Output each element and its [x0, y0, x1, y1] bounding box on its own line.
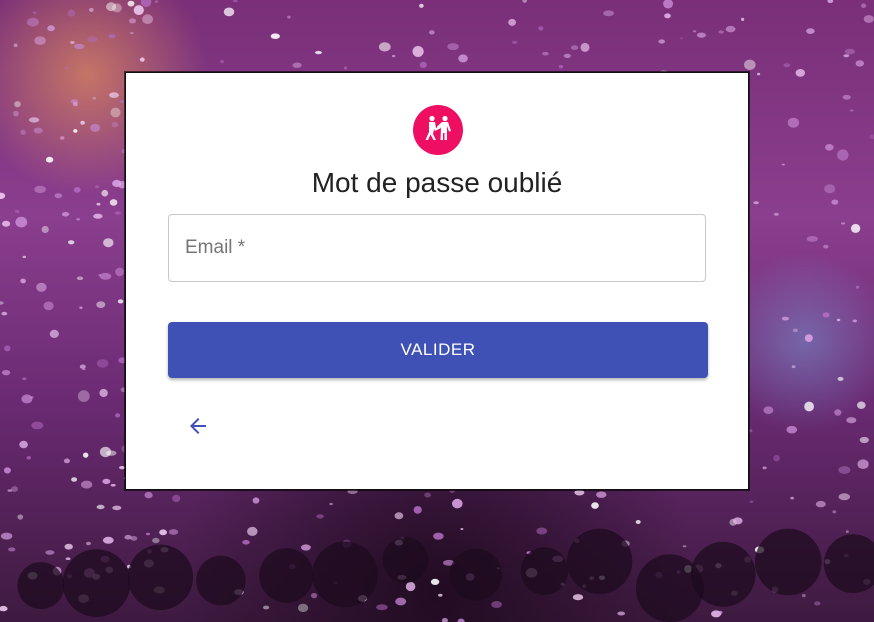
avatar [413, 105, 463, 155]
forgot-password-card: Mot de passe oublié VALIDER [125, 72, 749, 490]
arrow-left-icon [186, 414, 210, 441]
submit-button[interactable]: VALIDER [168, 322, 708, 378]
back-button[interactable] [178, 407, 218, 447]
page-title: Mot de passe oublié [311, 167, 563, 198]
people-fighting-icon [423, 115, 453, 146]
email-field[interactable] [168, 214, 706, 282]
email-input[interactable] [169, 215, 705, 281]
